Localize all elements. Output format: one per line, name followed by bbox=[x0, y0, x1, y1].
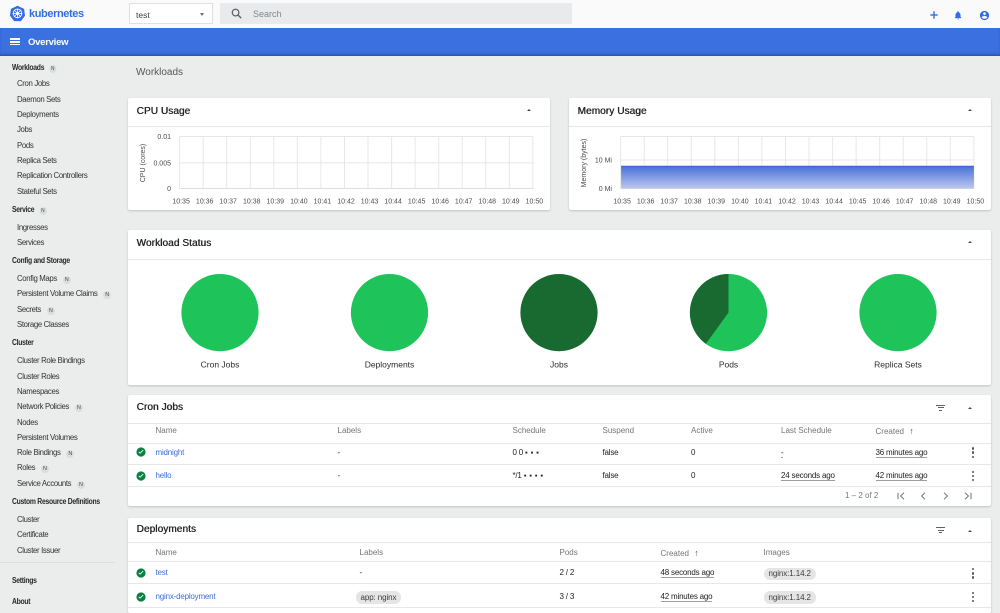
svg-text:10:43: 10:43 bbox=[802, 198, 820, 205]
svg-text:10:40: 10:40 bbox=[290, 198, 308, 205]
svg-text:Jobs: Jobs bbox=[550, 360, 568, 370]
svg-text:10 Mi: 10 Mi bbox=[595, 158, 613, 165]
svg-text:10:42: 10:42 bbox=[337, 198, 355, 205]
svg-text:10:36: 10:36 bbox=[637, 198, 655, 205]
svg-text:0: 0 bbox=[167, 186, 171, 193]
svg-text:Pods: Pods bbox=[719, 360, 738, 370]
svg-text:10:40: 10:40 bbox=[731, 198, 749, 205]
svg-text:10:35: 10:35 bbox=[613, 198, 631, 205]
svg-text:10:50: 10:50 bbox=[967, 198, 985, 205]
svg-text:Cron Jobs: Cron Jobs bbox=[201, 360, 240, 370]
svg-text:CPU (cores): CPU (cores) bbox=[140, 144, 147, 183]
svg-text:10:47: 10:47 bbox=[455, 198, 473, 205]
svg-text:10:49: 10:49 bbox=[502, 198, 520, 205]
svg-text:Memory (bytes): Memory (bytes) bbox=[581, 139, 588, 188]
svg-text:10:45: 10:45 bbox=[408, 198, 426, 205]
svg-text:10:49: 10:49 bbox=[943, 198, 961, 205]
svg-text:10:38: 10:38 bbox=[243, 198, 261, 205]
svg-text:10:48: 10:48 bbox=[920, 198, 938, 205]
svg-text:0 Mi: 0 Mi bbox=[599, 186, 613, 193]
svg-text:10:36: 10:36 bbox=[196, 198, 214, 205]
svg-text:10:47: 10:47 bbox=[896, 198, 914, 205]
svg-text:Deployments: Deployments bbox=[365, 360, 415, 370]
svg-text:10:37: 10:37 bbox=[660, 198, 678, 205]
svg-text:10:42: 10:42 bbox=[778, 198, 796, 205]
svg-text:10:43: 10:43 bbox=[361, 198, 379, 205]
svg-text:10:50: 10:50 bbox=[526, 198, 544, 205]
svg-text:10:41: 10:41 bbox=[755, 198, 773, 205]
svg-text:10:46: 10:46 bbox=[431, 198, 449, 205]
svg-text:10:46: 10:46 bbox=[872, 198, 890, 205]
svg-text:Replica Sets: Replica Sets bbox=[874, 360, 922, 370]
svg-text:10:45: 10:45 bbox=[849, 198, 867, 205]
svg-text:10:35: 10:35 bbox=[172, 198, 190, 205]
svg-text:10:48: 10:48 bbox=[479, 198, 497, 205]
svg-text:0.01: 0.01 bbox=[157, 134, 171, 141]
svg-text:10:38: 10:38 bbox=[684, 198, 702, 205]
svg-text:10:39: 10:39 bbox=[708, 198, 726, 205]
svg-text:10:39: 10:39 bbox=[267, 198, 285, 205]
svg-text:10:37: 10:37 bbox=[219, 198, 237, 205]
svg-text:0.005: 0.005 bbox=[153, 160, 171, 167]
svg-text:10:44: 10:44 bbox=[825, 198, 843, 205]
svg-text:10:44: 10:44 bbox=[384, 198, 402, 205]
svg-text:10:41: 10:41 bbox=[314, 198, 332, 205]
